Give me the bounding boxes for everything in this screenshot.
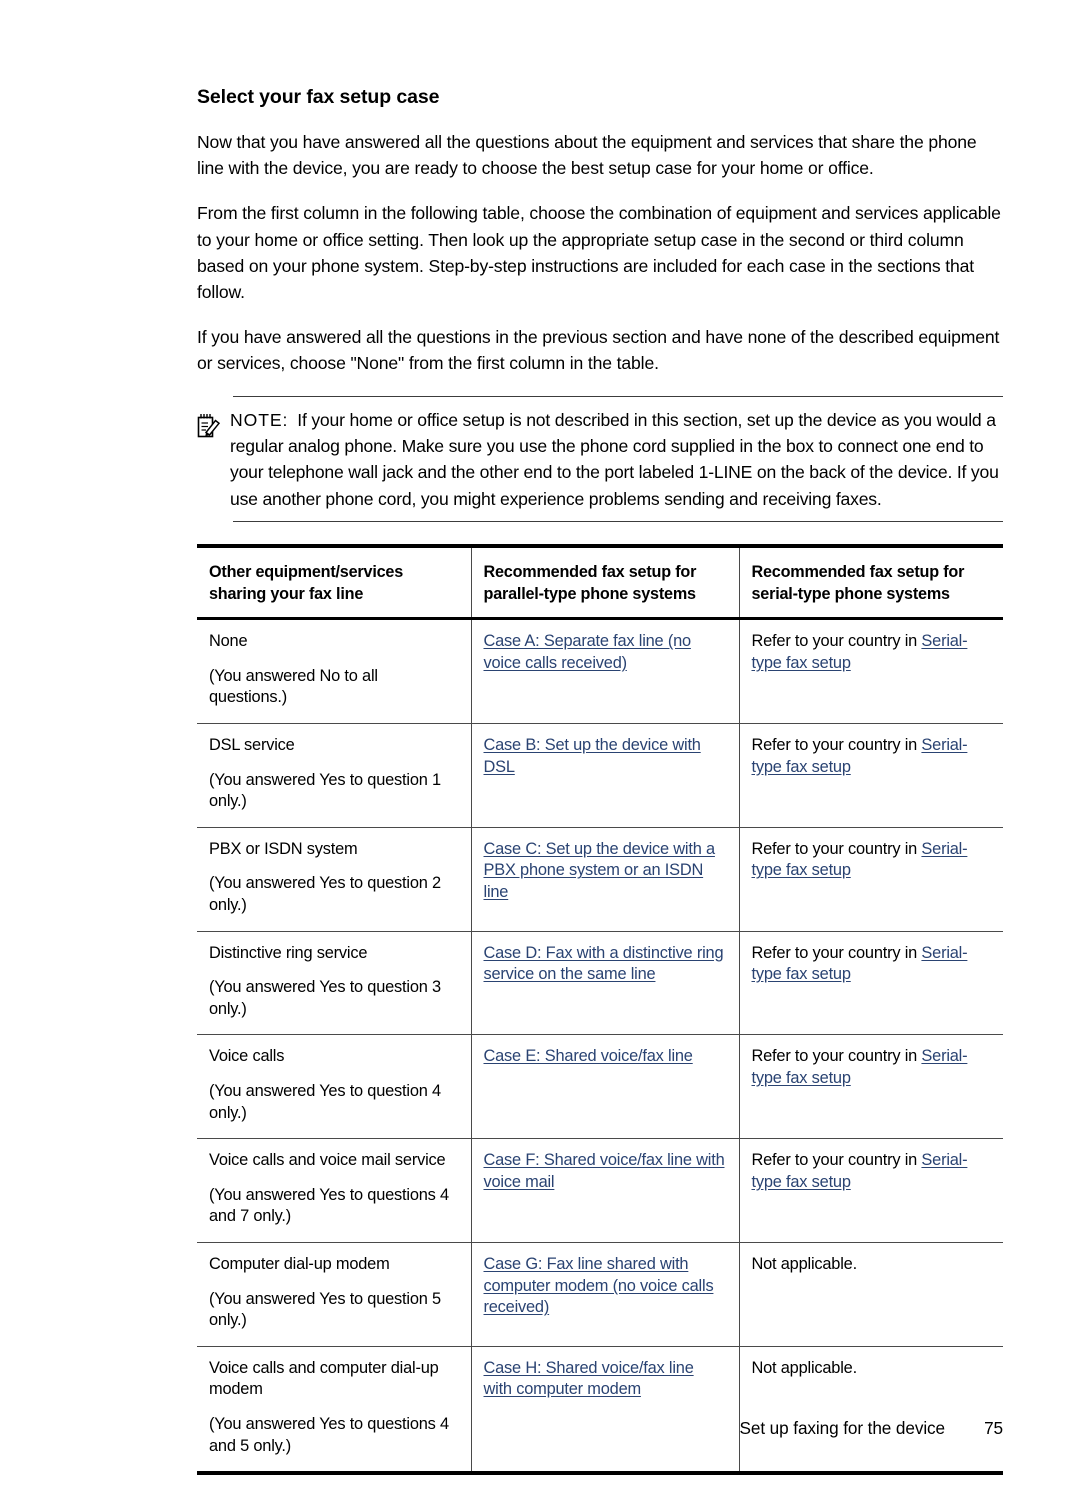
note-bottom-divider xyxy=(233,521,1003,523)
cell-serial-setup: Refer to your country in Serial-type fax… xyxy=(739,1139,1003,1243)
serial-setup-prefix: Refer to your country in xyxy=(751,839,922,858)
column-header-parallel: Recommended fax setup for parallel-type … xyxy=(471,546,740,619)
cell-parallel-setup: Case C: Set up the device with a PBX pho… xyxy=(471,827,740,932)
serial-setup-prefix: Refer to your country in xyxy=(751,1151,922,1170)
intro-paragraph-2: From the first column in the following t… xyxy=(197,203,1001,303)
equipment-answer: (You answered Yes to question 5 only.) xyxy=(209,1289,441,1330)
document-page: Select your fax setup case Now that you … xyxy=(0,0,1080,1495)
intro-paragraph-3: If you have answered all the questions i… xyxy=(197,327,1000,374)
page-footer: Set up faxing for the device 75 xyxy=(197,1418,1004,1439)
footer-title: Set up faxing for the device xyxy=(739,1418,946,1438)
equipment-label: Voice calls xyxy=(209,1047,285,1066)
serial-setup-prefix: Refer to your country in xyxy=(751,632,922,651)
parallel-setup-link[interactable]: Case E: Shared voice/fax line xyxy=(484,1047,693,1065)
table-row: Voice calls (You answered Yes to question… xyxy=(197,1034,1003,1139)
cell-parallel-setup: Case A: Separate fax line (no voice call… xyxy=(471,618,740,724)
footer-page-number: 75 xyxy=(984,1418,1003,1438)
equipment-answer: (You answered Yes to question 3 only.) xyxy=(209,978,441,1018)
cell-parallel-setup: Case G: Fax line shared with computer mo… xyxy=(471,1242,740,1347)
table-row: Voice calls and computer dial-up modem (Y… xyxy=(197,1346,1003,1474)
parallel-setup-link[interactable]: Case H: Shared voice/fax line with compu… xyxy=(484,1359,694,1399)
equipment-answer: (You answered Yes to question 1 only.) xyxy=(209,770,441,811)
cell-equipment: Voice calls and voice mail service (You a… xyxy=(197,1138,472,1243)
cell-equipment: Voice calls and computer dial-up modem (Y… xyxy=(197,1346,472,1474)
table-row: PBX or ISDN system (You answered Yes to q… xyxy=(197,827,1003,932)
cell-serial-setup: Refer to your country in Serial-type fax… xyxy=(739,931,1003,1035)
cell-equipment: Voice calls (You answered Yes to question… xyxy=(197,1034,472,1139)
serial-not-applicable: Not applicable. xyxy=(751,1358,858,1377)
equipment-label: Voice calls and voice mail service xyxy=(209,1151,446,1170)
table-row: Computer dial-up modem (You answered Yes … xyxy=(197,1242,1003,1347)
note-label: NOTE: xyxy=(230,409,289,430)
table-row: Distinctive ring service (You answered Ye… xyxy=(197,931,1003,1035)
cell-serial-setup: Refer to your country in Serial-type fax… xyxy=(739,619,1003,724)
cell-parallel-setup: Case D: Fax with a distinctive ring serv… xyxy=(471,931,740,1035)
cell-equipment: Distinctive ring service (You answered Ye… xyxy=(197,931,472,1035)
parallel-setup-link[interactable]: Case G: Fax line shared with computer mo… xyxy=(484,1255,714,1316)
column-header-equipment: Other equipment/services sharing your fa… xyxy=(197,546,472,619)
serial-not-applicable: Not applicable. xyxy=(751,1254,858,1273)
table-row: None (You answered No to all questions.) C… xyxy=(197,618,1003,724)
cell-equipment: PBX or ISDN system (You answered Yes to q… xyxy=(197,827,472,932)
equipment-answer: (You answered Yes to question 4 only.) xyxy=(209,1081,441,1122)
parallel-setup-link[interactable]: Case D: Fax with a distinctive ring serv… xyxy=(484,944,724,984)
cell-parallel-setup: Case B: Set up the device with DSL xyxy=(471,723,740,828)
cell-equipment: None (You answered No to all questions.) xyxy=(197,618,472,724)
intro-paragraph-1: Now that you have answered all the quest… xyxy=(197,132,977,179)
note-callout: NOTE: If your home or office setup is not… xyxy=(197,395,1003,523)
page-content: Select your fax setup case Now that you … xyxy=(197,86,1003,1475)
equipment-label: Distinctive ring service xyxy=(209,943,368,962)
note-pencil-icon xyxy=(197,407,221,444)
serial-setup-prefix: Refer to your country in xyxy=(751,1047,922,1066)
equipment-answer: (You answered No to all questions.) xyxy=(209,666,378,707)
table-header-row: Other equipment/services sharing your fa… xyxy=(197,546,1003,619)
equipment-label: DSL service xyxy=(209,736,295,755)
cell-parallel-setup: Case H: Shared voice/fax line with compu… xyxy=(471,1346,740,1474)
equipment-label: PBX or ISDN system xyxy=(209,839,358,858)
serial-setup-prefix: Refer to your country in xyxy=(751,943,922,962)
cell-serial-setup: Not applicable. xyxy=(739,1242,1003,1346)
cell-serial-setup: Refer to your country in Serial-type fax… xyxy=(739,724,1003,828)
parallel-setup-link[interactable]: Case F: Shared voice/fax line with voice… xyxy=(484,1151,725,1191)
cell-serial-setup: Refer to your country in Serial-type fax… xyxy=(739,1035,1003,1139)
note-body: NOTE: If your home or office setup is not… xyxy=(197,397,1003,521)
serial-setup-prefix: Refer to your country in xyxy=(751,736,922,755)
equipment-answer: (You answered Yes to question 2 only.) xyxy=(209,874,441,914)
cell-parallel-setup: Case E: Shared voice/fax line xyxy=(471,1034,740,1139)
column-header-serial: Recommended fax setup for serial-type ph… xyxy=(751,563,965,603)
table-row: DSL service (You answered Yes to question… xyxy=(197,723,1003,828)
cell-equipment: DSL service (You answered Yes to question… xyxy=(197,723,472,828)
parallel-setup-link[interactable]: Case B: Set up the device with DSL xyxy=(484,736,701,776)
table-body: None (You answered No to all questions.) C… xyxy=(197,618,1003,1474)
table-header: Other equipment/services sharing your fa… xyxy=(197,546,1003,619)
cell-equipment: Computer dial-up modem (You answered Yes … xyxy=(197,1242,472,1347)
equipment-label: None xyxy=(209,632,248,651)
equipment-label: Computer dial-up modem xyxy=(209,1254,390,1273)
parallel-setup-link[interactable]: Case C: Set up the device with a PBX pho… xyxy=(484,840,716,901)
page-title: Select your fax setup case xyxy=(197,86,440,108)
cell-parallel-setup: Case F: Shared voice/fax line with voice… xyxy=(471,1138,740,1243)
note-text-block: NOTE: If your home or office setup is not… xyxy=(230,407,1003,513)
equipment-answer: (You answered Yes to questions 4 and 7 o… xyxy=(209,1185,449,1226)
parallel-setup-link[interactable]: Case A: Separate fax line (no voice call… xyxy=(484,632,692,672)
equipment-label: Voice calls and computer dial-up modem xyxy=(209,1358,439,1399)
note-text: If your home or office setup is not desc… xyxy=(230,409,999,509)
fax-setup-table: Other equipment/services sharing your fa… xyxy=(197,544,1003,1475)
table-row: Voice calls and voice mail service (You a… xyxy=(197,1138,1003,1243)
cell-serial-setup: Not applicable. xyxy=(739,1346,1003,1473)
cell-serial-setup: Refer to your country in Serial-type fax… xyxy=(739,827,1003,931)
